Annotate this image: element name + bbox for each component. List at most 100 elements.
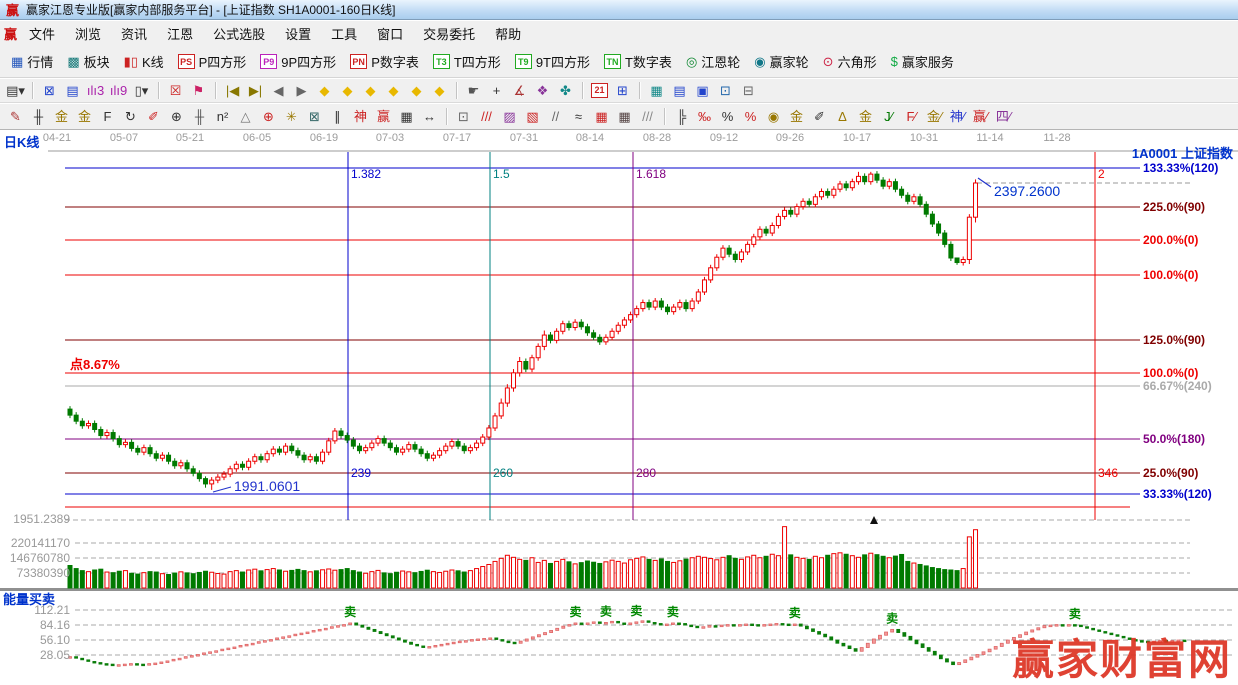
width-measure-icon[interactable]: ↔ — [418, 107, 441, 126]
kline-period-dropdown[interactable]: ▤▾ — [4, 81, 27, 100]
box-select-icon[interactable]: ⊡ — [452, 107, 475, 126]
gold-circle-icon[interactable]: ◉ — [762, 107, 785, 126]
diamond-expand-icon[interactable]: ◆ — [359, 81, 382, 100]
winner-wheel-button[interactable]: ◉赢家轮 — [747, 49, 815, 74]
diamond-zoom-out-icon[interactable]: ◆ — [428, 81, 451, 100]
menu-item-8[interactable]: 交易委托 — [413, 21, 485, 46]
n-square-icon[interactable]: n² — [211, 107, 234, 126]
gold-lines-icon[interactable]: 金 — [854, 107, 877, 126]
compass-icon[interactable]: ⊕ — [165, 107, 188, 126]
p-square-button[interactable]: PSP四方形 — [171, 49, 254, 74]
gold-level-icon[interactable]: 金 — [785, 107, 808, 126]
hexagon-button[interactable]: ⊙六角形 — [816, 49, 884, 74]
color-bars-icon[interactable]: ⚑ — [187, 81, 210, 100]
formula-web-icon[interactable]: ⊠ — [38, 81, 61, 100]
data-table-icon[interactable]: ▦ — [645, 81, 668, 100]
9t-square-button[interactable]: T99T四方形 — [508, 49, 597, 74]
calculator-icon[interactable]: ⊞ — [611, 81, 634, 100]
menu-item-5[interactable]: 设置 — [275, 21, 321, 46]
ruler-lines-icon[interactable]: ╫ — [188, 107, 211, 126]
print-icon[interactable]: ⊟ — [737, 81, 760, 100]
menu-item-1[interactable]: 浏览 — [65, 21, 111, 46]
crosshair-icon[interactable]: + — [485, 81, 508, 100]
gold-grid-icon[interactable]: 金 — [50, 107, 73, 126]
diamond-compress-icon[interactable]: ◆ — [382, 81, 405, 100]
t-square-button[interactable]: T3T四方形 — [426, 49, 508, 74]
screen-capture-icon[interactable]: ⊡ — [714, 81, 737, 100]
gann-shape-icon[interactable]: ❖ — [531, 81, 554, 100]
spiral-icon[interactable]: ↻ — [119, 107, 142, 126]
pattern-icon[interactable]: ✤ — [554, 81, 577, 100]
square-web-icon[interactable]: ⊠ — [303, 107, 326, 126]
f-angle-icon[interactable]: F∕ — [900, 107, 923, 126]
t-number-table-button[interactable]: TNT数字表 — [597, 49, 679, 74]
red-pen-icon[interactable]: ✐ — [142, 107, 165, 126]
web-target-icon[interactable]: ✳ — [280, 107, 303, 126]
grid-red-icon[interactable]: ▦ — [590, 107, 613, 126]
pencil-icon[interactable]: ✎ — [4, 107, 27, 126]
menu-item-4[interactable]: 公式选股 — [203, 21, 275, 46]
slash-lines-icon[interactable]: /// — [636, 107, 659, 126]
menu-item-3[interactable]: 江恩 — [157, 21, 203, 46]
info-doc-icon[interactable]: ▤ — [61, 81, 84, 100]
prev-page-icon[interactable]: ◀ — [267, 81, 290, 100]
first-page-icon[interactable]: |◀ — [221, 81, 244, 100]
fan-rays-red-icon[interactable]: /// — [475, 107, 498, 126]
svg-text:200.0%(0): 200.0%(0) — [1143, 233, 1198, 247]
svg-text:卖: 卖 — [569, 604, 581, 619]
kline-chart-area[interactable]: 卖卖卖卖卖卖卖卖04-2105-0705-2106-0506-1907-0307… — [0, 130, 1238, 685]
drag-hand-icon[interactable]: ☛ — [462, 81, 485, 100]
grid-dark-icon[interactable]: ▦ — [613, 107, 636, 126]
time-lines-icon[interactable]: ╫ — [27, 107, 50, 126]
menu-item-0[interactable]: 文件 — [19, 21, 65, 46]
number-ruler-icon[interactable]: ▦ — [395, 107, 418, 126]
last-page-icon[interactable]: ▶| — [244, 81, 267, 100]
diamond-pan-left-icon[interactable]: ◆ — [313, 81, 336, 100]
wave-icon[interactable]: ≈ — [567, 107, 590, 126]
angle-measure-icon[interactable]: ∡ — [508, 81, 531, 100]
brush-angle-icon[interactable]: ✐ — [808, 107, 831, 126]
a-angle-icon[interactable]: ∆ — [831, 107, 854, 126]
calendar-icon[interactable]: 21 — [588, 81, 611, 100]
f-grid-icon[interactable]: F — [96, 107, 119, 126]
shen-grid-icon[interactable]: 神 — [349, 107, 372, 126]
bars-9-icon[interactable]: ılı9 — [107, 81, 130, 100]
winner-service-button[interactable]: $赢家服务 — [884, 49, 961, 74]
fan-square-icon[interactable]: ▧ — [521, 107, 544, 126]
p-number-table-button[interactable]: PNP数字表 — [343, 49, 426, 74]
diamond-pan-right-icon[interactable]: ◆ — [336, 81, 359, 100]
j-angle-icon[interactable]: J∕ — [877, 107, 900, 126]
si-angle-icon[interactable]: 四∕ — [992, 107, 1015, 126]
percent-icon[interactable]: % — [716, 107, 739, 126]
ying-grid-icon[interactable]: 赢 — [372, 107, 395, 126]
delete-drawing-icon[interactable]: ☒ — [164, 81, 187, 100]
thin-rays-icon[interactable]: // — [544, 107, 567, 126]
shen-angle-icon[interactable]: 神∕ — [946, 107, 969, 126]
gold-grid2-icon[interactable]: 金 — [73, 107, 96, 126]
menu-item-6[interactable]: 工具 — [321, 21, 367, 46]
market-quotes-button[interactable]: ▦行情 — [4, 49, 60, 74]
9p-square-button[interactable]: P99P四方形 — [253, 49, 343, 74]
sectors-button[interactable]: ▩板块 — [60, 49, 116, 74]
ying-angle-icon[interactable]: 赢∕ — [969, 107, 992, 126]
svg-text:06-05: 06-05 — [243, 132, 271, 144]
candle-style-dropdown[interactable]: ▯▾ — [130, 81, 153, 100]
k-parallel-icon[interactable]: ∥ — [326, 107, 349, 126]
menu-item-9[interactable]: 帮助 — [485, 21, 531, 46]
bars-3-icon[interactable]: ılı3 — [84, 81, 107, 100]
save-icon[interactable]: ▣ — [691, 81, 714, 100]
diamond-zoom-in-icon[interactable]: ◆ — [405, 81, 428, 100]
next-page-icon[interactable]: ▶ — [290, 81, 313, 100]
mirror-angle-icon[interactable]: △ — [234, 107, 257, 126]
gann-wheel-button[interactable]: ◎江恩轮 — [679, 49, 747, 74]
menu-item-2[interactable]: 资讯 — [111, 21, 157, 46]
percent-red-icon[interactable]: % — [739, 107, 762, 126]
menu-item-7[interactable]: 窗口 — [367, 21, 413, 46]
red-target-icon[interactable]: ⊕ — [257, 107, 280, 126]
gold-angle-icon[interactable]: 金∕ — [923, 107, 946, 126]
notes-icon[interactable]: ▤ — [668, 81, 691, 100]
fan-grid-icon[interactable]: ▨ — [498, 107, 521, 126]
percent-seven-icon[interactable]: ‰ — [693, 107, 716, 126]
kline-button[interactable]: ▮▯K线 — [117, 49, 171, 74]
scale-ruler-icon[interactable]: ╠ — [670, 107, 693, 126]
